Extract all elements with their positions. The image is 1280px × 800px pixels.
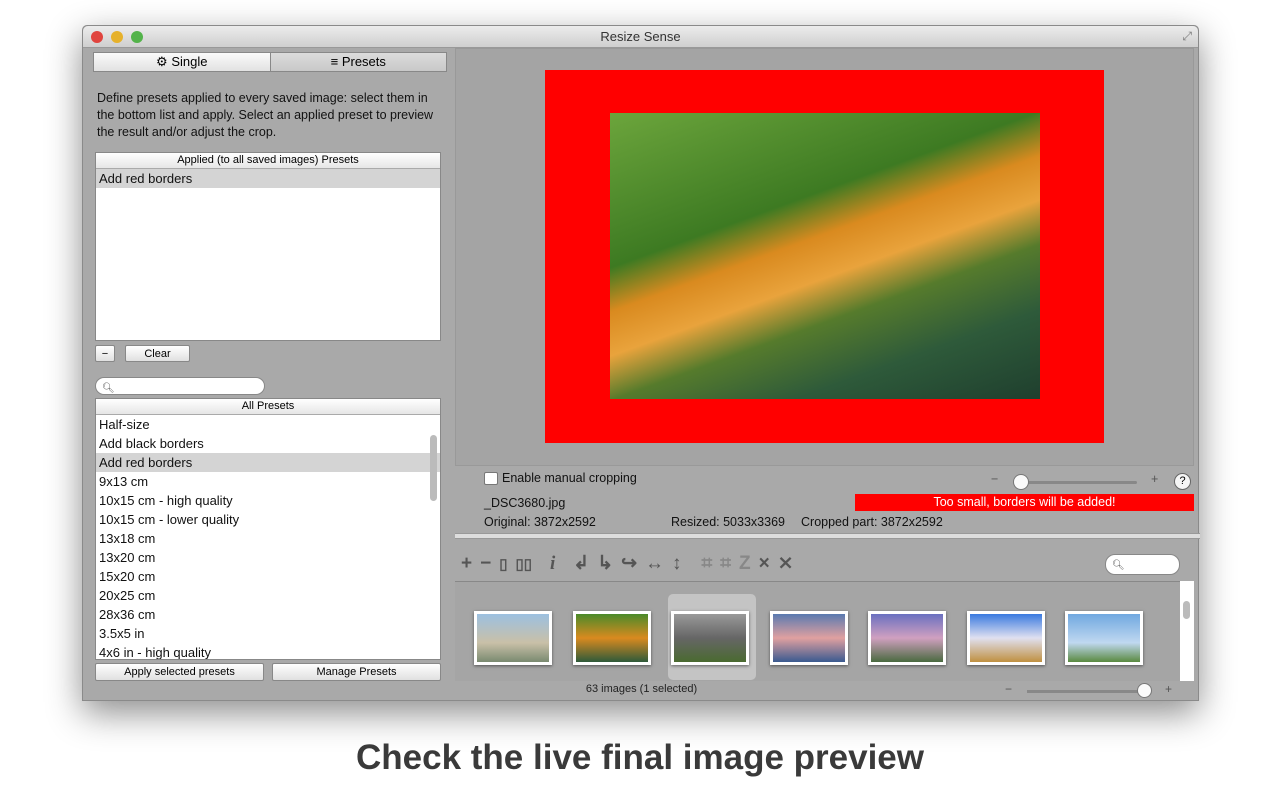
crop-icon[interactable]: ⌗ — [702, 553, 713, 575]
image-thumbnail[interactable] — [1065, 611, 1143, 665]
image-thumbnail[interactable] — [474, 611, 552, 665]
cropped-size: Cropped part: 3872x2592 — [801, 515, 943, 529]
preset-item[interactable]: 10x15 cm - lower quality — [96, 510, 440, 529]
resized-size: Resized: 5033x3369 — [671, 515, 785, 529]
rotate-right-icon[interactable]: ↳ — [597, 552, 613, 575]
rotate-left-icon[interactable]: ↲ — [573, 552, 589, 575]
list-item[interactable]: Add red borders — [96, 169, 440, 188]
browser-scrollbar[interactable] — [1180, 581, 1194, 681]
applied-header: Applied (to all saved images) Presets — [96, 153, 440, 169]
preset-item[interactable]: Half-size — [96, 415, 440, 434]
title-bar: Resize Sense ⤢ — [83, 26, 1198, 48]
close-button[interactable] — [91, 31, 103, 43]
preset-item[interactable]: 13x20 cm — [96, 548, 440, 567]
mode-tabs: ⚙ Single ≡ Presets — [93, 52, 447, 72]
applied-presets-list[interactable]: Applied (to all saved images) Presets Ad… — [95, 152, 441, 341]
images-search-input[interactable]: 🔍︎ — [1105, 554, 1180, 575]
thumbnail-size-slider[interactable] — [1027, 690, 1151, 693]
save-icon[interactable]: ▯ — [499, 555, 507, 573]
image-thumbnail[interactable] — [572, 611, 651, 665]
preset-item[interactable]: 28x36 cm — [96, 605, 440, 624]
toolbar: + − ▯ ▯▯ i ↲ ↳ ↪ ↔ ↕ ⌗ ⌗ Z × ⨯ — [461, 552, 794, 575]
image-thumbnail[interactable] — [671, 611, 749, 665]
warning-banner: Too small, borders will be added! — [855, 494, 1194, 511]
manual-crop-checkbox[interactable] — [484, 472, 498, 485]
thumb-zoom-out-icon[interactable]: − — [1005, 682, 1012, 696]
original-size: Original: 3872x2592 — [484, 515, 596, 529]
gear-icon: ⚙ — [156, 54, 168, 69]
tab-presets[interactable]: ≡ Presets — [269, 53, 446, 71]
remove-icon[interactable]: − — [480, 553, 491, 575]
manual-crop-label: Enable manual cropping — [502, 471, 637, 485]
preset-item[interactable]: 10x15 cm - high quality — [96, 491, 440, 510]
caption: Check the live final image preview — [356, 738, 924, 777]
thumb-zoom-in-icon[interactable]: + — [1165, 682, 1172, 696]
slider-knob[interactable] — [1136, 683, 1152, 698]
help-button[interactable]: ? — [1174, 473, 1191, 490]
preset-item[interactable]: Add red borders — [96, 453, 440, 472]
tab-label: Single — [171, 54, 208, 69]
preset-item[interactable]: 13x18 cm — [96, 529, 440, 548]
preset-item[interactable]: Add black borders — [96, 434, 440, 453]
remove-button[interactable]: − — [95, 345, 115, 362]
flip-horizontal-icon[interactable]: ↔ — [645, 553, 664, 575]
all-presets-header: All Presets — [96, 399, 440, 415]
zoom-out-icon[interactable]: − — [991, 472, 998, 486]
image-preview — [455, 48, 1194, 466]
image-thumbnail[interactable] — [868, 611, 946, 665]
save-all-icon[interactable]: ▯▯ — [515, 555, 532, 573]
preset-item[interactable]: 20x25 cm — [96, 586, 440, 605]
manage-presets-button[interactable]: Manage Presets — [272, 663, 441, 681]
preset-item[interactable]: 4x6 in - high quality — [96, 643, 440, 659]
split-divider[interactable] — [455, 533, 1200, 539]
preview-zoom-slider[interactable] — [1013, 481, 1137, 484]
preset-item[interactable]: 3.5x5 in — [96, 624, 440, 643]
zoom-button[interactable] — [131, 31, 143, 43]
tiger-photo — [610, 113, 1040, 399]
flip-vertical-icon[interactable]: ↕ — [672, 553, 682, 575]
scrollbar[interactable] — [430, 435, 437, 501]
window-title: Resize Sense — [600, 29, 681, 44]
search-icon: 🔍︎ — [1112, 560, 1125, 571]
fullscreen-icon[interactable]: ⤢ — [1182, 29, 1192, 44]
delete-all-icon[interactable]: ⨯ — [778, 552, 794, 575]
app-window: Resize Sense ⤢ ⚙ Single ≡ Presets Define… — [82, 25, 1200, 701]
delete-icon[interactable]: × — [759, 553, 770, 575]
search-icon: 🔍︎ — [102, 383, 115, 394]
red-border — [545, 70, 1104, 443]
crop-all-icon[interactable]: ⌗ — [720, 553, 731, 575]
auto-crop-icon[interactable]: Z — [739, 553, 751, 575]
add-icon[interactable]: + — [461, 553, 472, 575]
apply-presets-button[interactable]: Apply selected presets — [95, 663, 264, 681]
status-text: 63 images (1 selected) — [585, 683, 698, 695]
image-thumbnail[interactable] — [966, 611, 1045, 665]
rotate-180-icon[interactable]: ↪ — [621, 552, 637, 575]
presets-search-input[interactable]: 🔍︎ — [95, 377, 265, 395]
list-icon: ≡ — [330, 54, 339, 69]
image-thumbnail[interactable] — [769, 611, 848, 665]
description: Define presets applied to every saved im… — [97, 91, 434, 139]
slider-knob[interactable] — [1013, 474, 1029, 490]
minimize-button[interactable] — [111, 31, 123, 43]
preset-item[interactable]: 15x20 cm — [96, 567, 440, 586]
info-icon[interactable]: i — [550, 553, 555, 575]
tab-single[interactable]: ⚙ Single — [94, 53, 270, 71]
zoom-in-icon[interactable]: + — [1151, 472, 1158, 486]
tab-label: Presets — [341, 54, 386, 69]
filename: _DSC3680.jpg — [484, 496, 566, 510]
clear-button[interactable]: Clear — [125, 345, 190, 362]
preset-item[interactable]: 9x13 cm — [96, 472, 440, 491]
all-presets-list[interactable]: All Presets Half-size Add black borders Ad… — [95, 398, 441, 660]
